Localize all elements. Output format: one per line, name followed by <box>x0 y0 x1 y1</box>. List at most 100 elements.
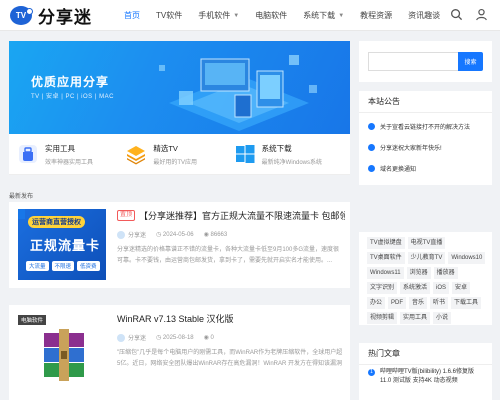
tag-item[interactable]: 系统激活 <box>400 282 431 294</box>
bullet-icon <box>368 123 375 130</box>
tag-item[interactable]: 视频剪辑 <box>367 312 398 324</box>
eye-icon: ◉ <box>203 335 211 342</box>
tag-item[interactable]: 少儿教育TV <box>407 252 446 264</box>
post-excerpt: 分享迷精选的价格靠谱正不错的流量卡，各种大流量卡低至9月100多G流量，速度很可… <box>117 247 340 265</box>
category-desc: 最新纯净Windows系统 <box>261 159 322 166</box>
post-author-name: 分享迷 <box>128 336 147 342</box>
tag-item[interactable]: iOS <box>433 282 450 294</box>
logo-text: 分享迷 <box>38 8 92 27</box>
notice-item[interactable]: 关于宣看云链接打不开的解决方法 <box>368 116 483 137</box>
category-tv[interactable]: 精选TV 最好用的TV应用 <box>125 143 233 166</box>
notice-text: 分享迷祝大家新年快乐! <box>380 146 442 152</box>
category-badge: 电脑软件 <box>18 315 47 325</box>
winrar-icon <box>44 329 84 381</box>
tag-item[interactable]: 播放器 <box>433 267 458 279</box>
nav-tv-software[interactable]: TV软件 <box>148 0 190 31</box>
tag-item[interactable]: 音乐 <box>409 297 428 309</box>
nav-pc-software[interactable]: 电脑软件 <box>247 0 295 31</box>
search-button[interactable]: 搜索 <box>458 52 483 71</box>
tag-item[interactable]: PDF <box>388 297 407 309</box>
nav-tutorials-label: 教程资源 <box>360 11 393 20</box>
category-title: 系统下载 <box>261 143 292 153</box>
bullet-icon <box>368 165 375 172</box>
search-box: 搜索 <box>368 52 483 71</box>
post-date: ◷ 2025-08-18 <box>156 334 194 341</box>
post-thumbnail[interactable]: 电脑软件 <box>18 315 106 395</box>
tag-item[interactable]: 下载工具 <box>451 297 482 309</box>
sidebar-search: 搜索 <box>359 41 492 82</box>
chevron-down-icon: ▼ <box>338 12 345 19</box>
section-label: 最新发布 <box>9 194 34 200</box>
clock-icon: ◷ <box>156 232 163 239</box>
thumb-headline: 正规流量卡 <box>30 238 101 253</box>
tag-item[interactable]: Windows11 <box>367 267 404 279</box>
category-title: 实用工具 <box>45 143 75 153</box>
notice-text: 域名更换通知 <box>380 167 417 173</box>
tag-item[interactable]: 电视TV直播 <box>407 237 446 249</box>
avatar <box>117 231 125 240</box>
category-tools[interactable]: 实用工具 效率神器实用工具 <box>17 143 125 166</box>
post-author[interactable]: 分享迷 <box>117 230 146 240</box>
post-title[interactable]: 置顶 【分享迷推荐】官方正规大流量不限速流量卡 包邮领取 <box>117 209 345 222</box>
tag-item[interactable]: 听书 <box>430 297 449 309</box>
nav-mobile-software[interactable]: 手机软件 ▼ <box>190 0 247 31</box>
nav-tv-software-label: TV软件 <box>156 11 183 20</box>
nav-home-label: 首页 <box>124 11 140 20</box>
post-meta: 分享迷 ◷ 2024-05-06 ◉ 86663 <box>117 230 345 240</box>
nav-news[interactable]: 资讯趣谈 <box>400 0 448 31</box>
tag-item[interactable]: TV虚拟键盘 <box>367 237 405 249</box>
tv-corner-icon <box>18 209 25 219</box>
tag-item[interactable]: 文字识别 <box>367 282 398 294</box>
nav-system-download-label: 系统下载 <box>303 11 336 20</box>
tag-item[interactable]: 实用工具 <box>400 312 431 324</box>
post-meta: 分享迷 ◷ 2025-08-18 ◉ 0 <box>117 333 345 343</box>
post-card[interactable]: 运营商直营授权 正规流量卡 大流量 不限速 低资费 置顶 【分享迷推荐】官方正规… <box>9 202 350 288</box>
category-title: 精选TV <box>153 143 178 153</box>
hero-illustration <box>159 55 317 131</box>
logo-badge: TV <box>10 6 33 25</box>
category-system[interactable]: 系统下载 最新纯净Windows系统 <box>234 143 342 166</box>
thumb-badge: 运营商直营授权 <box>28 216 85 228</box>
post-thumbnail[interactable]: 运营商直营授权 正规流量卡 大流量 不限速 低资费 <box>18 209 106 280</box>
tag-item[interactable]: Windows10 <box>448 252 486 264</box>
thumb-chip: 大流量 <box>26 261 49 271</box>
post-title[interactable]: WinRAR v7.13 Stable 汉化版 <box>117 312 345 325</box>
tag-item[interactable]: 办公 <box>367 297 386 309</box>
post-card[interactable]: 电脑软件 WinRAR v7.13 Stable 汉化版 分享迷 ◷ 2025-… <box>9 305 350 400</box>
thumb-chip: 低资费 <box>77 261 100 271</box>
eye-icon: ◉ <box>203 232 211 239</box>
thumb-chips: 大流量 不限速 低资费 <box>26 261 100 271</box>
pinned-tag: 置顶 <box>117 210 136 221</box>
tag-item[interactable]: 浏览器 <box>406 267 431 279</box>
hot-post-text: 哔哩哔哩TV版(bilibility) 1.6.6修复版11.0 测试版 支持4… <box>380 369 475 384</box>
post-author[interactable]: 分享迷 <box>117 333 147 343</box>
main-content: 优质应用分享 TV | 安卓 | PC | iOS | MAC 实用工具 效率神… <box>9 41 350 175</box>
sidebar-hot-posts: 热门文章 1 哔哩哔哩TV版(bilibility) 1.6.6修复版11.0 … <box>359 343 492 400</box>
notice-item[interactable]: 分享迷祝大家新年快乐! <box>368 137 483 158</box>
site-logo[interactable]: TV 分享迷 <box>10 6 92 27</box>
nav-mobile-software-label: 手机软件 <box>198 11 231 20</box>
sidebar-notice: 本站公告 关于宣看云链接打不开的解决方法 分享迷祝大家新年快乐! 域名更换通知 <box>359 91 492 185</box>
rank-badge: 1 <box>368 369 375 376</box>
user-icon[interactable] <box>475 8 488 21</box>
chevron-down-icon: ▼ <box>233 12 240 19</box>
category-desc: 最好用的TV应用 <box>153 159 197 166</box>
nav-tutorials[interactable]: 教程资源 <box>352 0 400 31</box>
tag-cloud: TV虚拟键盘 电视TV直播 TV桌面软件 少儿教育TV Windows10 Wi… <box>359 232 492 325</box>
thumb-chip: 不限速 <box>51 261 75 271</box>
search-input[interactable] <box>368 52 458 71</box>
notice-item[interactable]: 域名更换通知 <box>368 158 483 179</box>
post-date-text: 2025-08-18 <box>162 335 194 342</box>
clock-icon: ◷ <box>156 335 163 342</box>
search-icon[interactable] <box>450 8 463 21</box>
nav-news-label: 资讯趣谈 <box>408 11 441 20</box>
top-navbar: TV 分享迷 首页 TV软件 手机软件 ▼ 电脑软件 系统下载 ▼ 教程资源 资讯趣… <box>0 0 500 31</box>
tag-item[interactable]: 小说 <box>433 312 452 324</box>
hot-post-item[interactable]: 1 哔哩哔哩TV版(bilibility) 1.6.6修复版11.0 测试版 支… <box>359 365 492 389</box>
hero-banner[interactable]: 优质应用分享 TV | 安卓 | PC | iOS | MAC <box>9 41 350 134</box>
main-nav: 首页 TV软件 手机软件 ▼ 电脑软件 系统下载 ▼ 教程资源 资讯趣谈 <box>116 0 448 31</box>
nav-home[interactable]: 首页 <box>116 0 148 31</box>
nav-system-download[interactable]: 系统下载 ▼ <box>295 0 352 31</box>
tag-item[interactable]: 安卓 <box>452 282 471 294</box>
tag-item[interactable]: TV桌面软件 <box>367 252 405 264</box>
